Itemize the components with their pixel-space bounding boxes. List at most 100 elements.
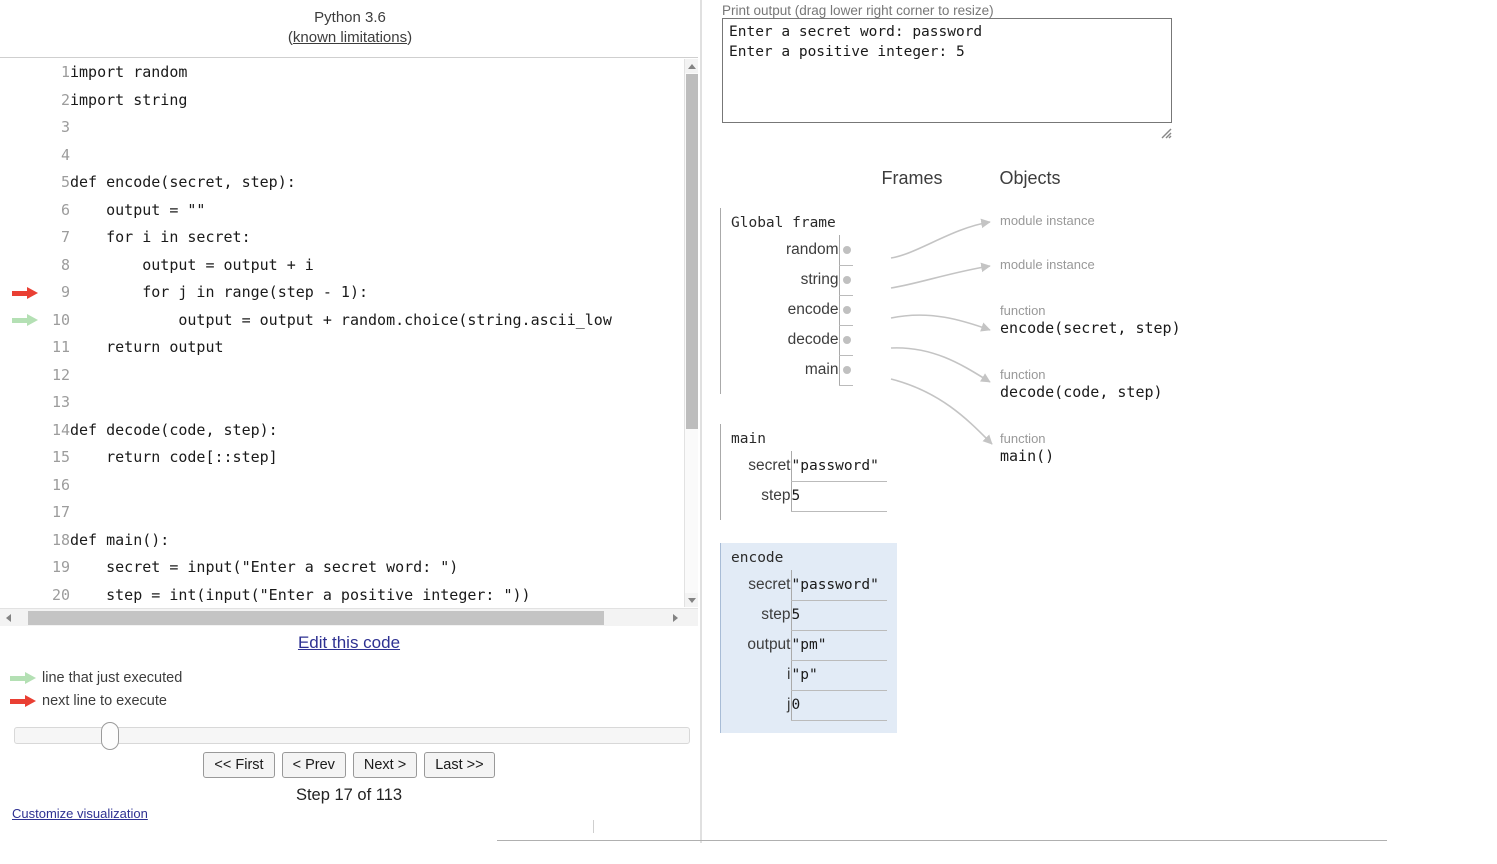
arrow-gutter-empty	[0, 87, 38, 115]
code-line-row: 12	[0, 362, 612, 390]
line-number: 6	[60, 200, 70, 219]
arrow-gutter-empty	[0, 334, 38, 362]
frame-variables-table: random string encode decode main	[721, 235, 853, 386]
variable-name: random	[785, 241, 839, 258]
code-panel: Python 3.6 (known limitations) 1 import r…	[0, 0, 702, 843]
pointer-dot-icon	[842, 276, 851, 284]
line-number: 8	[60, 255, 70, 274]
variable-row: secret "password"	[721, 570, 887, 601]
code-line-row: 10 output = output + random.choice(strin…	[0, 307, 612, 335]
arrow-gutter-empty	[0, 444, 38, 472]
stack-frame: main secret "password" step 5	[720, 424, 887, 520]
code-line-row: 15 return code[::step]	[0, 444, 612, 472]
vertical-scroll-thumb[interactable]	[686, 74, 698, 429]
arrow-gutter-empty	[0, 114, 38, 142]
paren-close: )	[407, 29, 413, 46]
known-limitations-line: (known limitations)	[0, 28, 700, 48]
line-number: 18	[51, 530, 70, 549]
variable-name: decode	[787, 331, 839, 348]
line-number: 20	[51, 585, 70, 604]
frames-heading: Frames	[881, 168, 943, 188]
customize-visualization-link[interactable]: Customize visualization	[12, 806, 148, 821]
code-lines-container: 1 import random 2 import string 3 4 5 def encod…	[0, 59, 684, 607]
code-line-text: step = int(input("Enter a positive integ…	[70, 585, 531, 604]
arrow-gutter-empty	[0, 389, 38, 417]
variable-row: j0	[721, 690, 887, 721]
arrow-gutter-empty	[0, 169, 38, 197]
scroll-left-icon[interactable]	[0, 609, 16, 626]
code-horizontal-scrollbar[interactable]	[0, 608, 698, 626]
next-button[interactable]: Next >	[352, 752, 418, 778]
code-vertical-scrollbar[interactable]	[684, 59, 698, 607]
variable-pointer	[838, 355, 853, 386]
horizontal-scroll-thumb[interactable]	[28, 611, 604, 625]
python-version-label: Python 3.6	[314, 9, 386, 26]
code-line-text: def decode(code, step):	[70, 420, 278, 439]
heap-object: function encode(secret, step)	[1000, 303, 1181, 337]
variable-pointer	[838, 235, 853, 266]
arrow-gutter-empty	[0, 417, 38, 445]
heap-object: module instance	[1000, 213, 1095, 228]
line-number: 2	[60, 90, 70, 109]
code-line-text: def main():	[70, 530, 170, 549]
object-body-label: encode(secret, step)	[1000, 319, 1181, 337]
code-line-row: 5 def encode(secret, step):	[0, 169, 612, 197]
frame-variables-table: secret "password" step 5	[721, 451, 887, 512]
object-body-label: main()	[1000, 447, 1055, 465]
legend-row-next: next line to execute	[10, 689, 410, 712]
arrow-gutter-empty	[0, 527, 38, 555]
line-number: 10	[51, 310, 70, 329]
code-line-row: 14 def decode(code, step):	[0, 417, 612, 445]
object-type-label: function	[1000, 367, 1046, 382]
python-tutor-page: Python 3.6 (known limitations) 1 import r…	[0, 0, 1497, 864]
resize-handle-icon[interactable]	[1160, 126, 1172, 139]
code-line-text: for i in secret:	[70, 228, 251, 246]
variable-value: "p"	[790, 660, 887, 691]
variable-row: output "pm"	[721, 630, 887, 661]
heap-object: function main()	[1000, 431, 1054, 465]
code-line-row: 1 import random	[0, 59, 612, 87]
scroll-up-icon[interactable]	[685, 59, 698, 73]
line-number: 7	[60, 228, 70, 246]
code-line-text: output = ""	[70, 200, 206, 219]
heap-object: module instance	[1000, 257, 1095, 272]
variable-value: "pm"	[790, 630, 887, 661]
arrow-gutter-empty	[0, 224, 38, 252]
frame-title: encode	[731, 550, 784, 566]
print-output-label: Print output (drag lower right corner to…	[722, 3, 994, 18]
bottom-horizontal-rule	[497, 840, 1387, 841]
code-line-text: import random	[70, 63, 188, 81]
pointer-dot-icon	[842, 245, 851, 254]
edit-this-code-link[interactable]: Edit this code	[298, 633, 400, 652]
code-line-text	[70, 142, 612, 170]
variable-pointer	[838, 265, 853, 296]
pointer-dot-icon	[842, 336, 851, 344]
scroll-right-icon[interactable]	[668, 609, 684, 626]
object-type-label: function	[1000, 431, 1046, 446]
prev-button[interactable]: < Prev	[281, 752, 346, 778]
step-navigation: << First < Prev Next > Last >>	[0, 752, 698, 778]
code-line-row: 18 def main():	[0, 527, 612, 555]
code-line-text: import string	[70, 90, 188, 109]
variable-row: step 5	[721, 481, 887, 512]
first-button[interactable]: << First	[203, 752, 275, 778]
step-slider[interactable]	[14, 722, 690, 750]
variable-row: random	[721, 235, 853, 266]
variable-value: "password"	[790, 570, 887, 601]
scroll-down-icon[interactable]	[685, 593, 698, 607]
arrow-gutter-empty	[0, 59, 38, 87]
variable-name: output	[747, 636, 791, 653]
code-line-text	[70, 472, 612, 500]
customize-container: Customize visualization	[12, 806, 148, 821]
code-line-row: 20 step = int(input("Enter a positive in…	[0, 582, 612, 608]
arrow-gutter-empty	[0, 582, 38, 608]
known-limitations-link[interactable]: known limitations	[293, 29, 407, 46]
edit-code-container: Edit this code	[0, 633, 698, 653]
code-line-text: return code[::step]	[70, 448, 278, 466]
object-body-label: decode(code, step)	[1000, 383, 1163, 401]
last-button[interactable]: Last >>	[424, 752, 495, 778]
code-viewer: 1 import random 2 import string 3 4 5 def encod…	[0, 57, 698, 626]
step-slider-thumb[interactable]	[101, 722, 119, 750]
heap-object: function decode(code, step)	[1000, 367, 1163, 401]
variable-row: secret "password"	[721, 451, 887, 482]
